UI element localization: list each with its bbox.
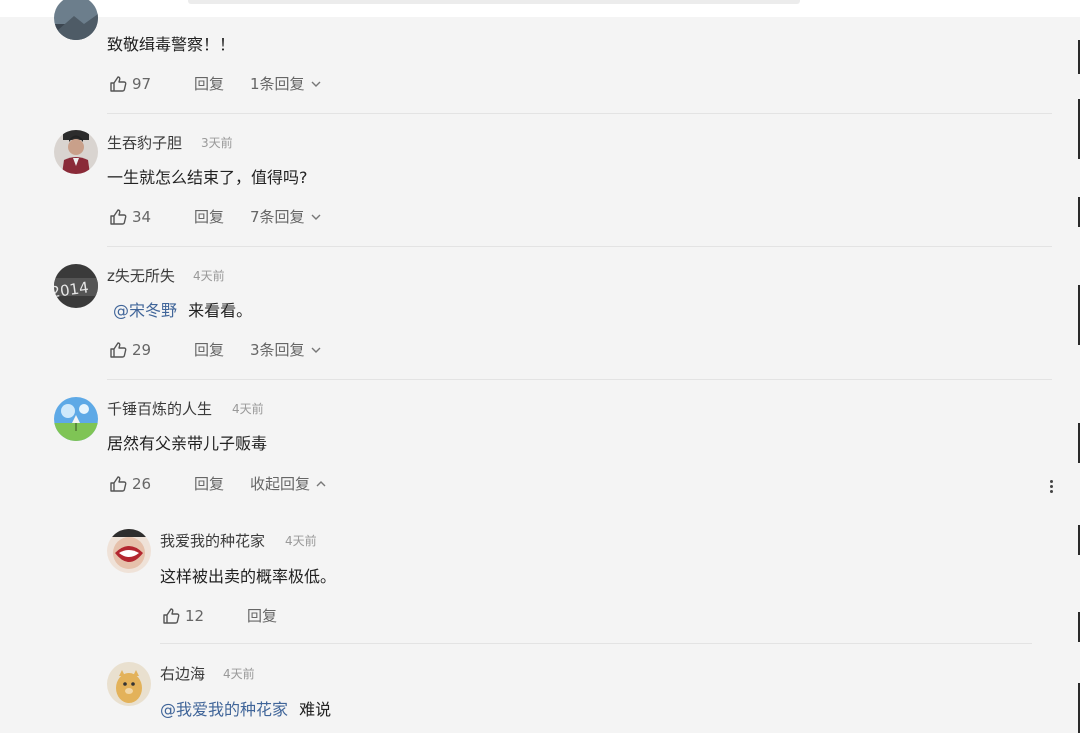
chevron-down-icon	[311, 81, 321, 87]
top-bar	[0, 0, 1080, 17]
reply-time: 4天前	[223, 667, 255, 681]
reply-time: 4天前	[285, 534, 317, 548]
avatar[interactable]	[54, 0, 98, 40]
collapse-replies-button[interactable]: 收起回复	[250, 474, 327, 494]
comment-divider	[107, 379, 1052, 380]
expand-replies-button[interactable]: 3条回复	[250, 340, 322, 360]
comment-username[interactable]: 生吞豹子胆	[107, 133, 182, 153]
comment-divider	[107, 246, 1052, 247]
like-button[interactable]: 34	[109, 207, 151, 227]
reply-button[interactable]: 回复	[194, 74, 224, 94]
avatar[interactable]	[54, 397, 98, 441]
reply-text: @我爱我的种花家 难说	[160, 699, 331, 721]
like-button[interactable]: 12	[162, 606, 204, 626]
avatar[interactable]	[107, 529, 151, 573]
avatar[interactable]	[54, 130, 98, 174]
like-count: 29	[132, 341, 152, 359]
like-count: 34	[132, 208, 152, 226]
thumbs-up-icon	[110, 476, 127, 492]
mention-link[interactable]: @宋冬野	[113, 301, 177, 320]
comment-time: 4天前	[232, 402, 264, 416]
comment-text: 一生就怎么结束了，值得吗?	[107, 168, 308, 187]
more-vertical-icon[interactable]	[1046, 478, 1056, 496]
expand-replies-button[interactable]: 7条回复	[250, 207, 322, 227]
comment-text: 居然有父亲带儿子贩毒	[107, 434, 268, 453]
collapse-replies-label: 收起回复	[250, 475, 311, 493]
comment-divider	[107, 113, 1052, 114]
comment-time: 3天前	[201, 136, 233, 150]
mention-link[interactable]: @我爱我的种花家	[160, 700, 288, 719]
chevron-up-icon	[316, 481, 326, 487]
chevron-down-icon	[311, 347, 321, 353]
top-search-field[interactable]	[188, 0, 800, 4]
reply-text-body: 难说	[299, 700, 332, 719]
like-count: 97	[132, 75, 152, 93]
like-count: 26	[132, 475, 152, 493]
comment-text-body: 来看看。	[188, 301, 253, 320]
comment-username[interactable]: 千锤百炼的人生	[107, 399, 212, 419]
reply-button[interactable]: 回复	[194, 474, 224, 494]
thumbs-up-icon	[110, 342, 127, 358]
reply-button[interactable]: 回复	[194, 207, 224, 227]
reply-text: 这样被出卖的概率极低。	[160, 567, 337, 586]
thumbs-up-icon	[110, 76, 127, 92]
thumbs-up-icon	[163, 608, 180, 624]
expand-replies-label: 1条回复	[250, 75, 305, 93]
comment-text: @宋冬野 来看看。	[113, 300, 252, 322]
expand-replies-label: 3条回复	[250, 341, 305, 359]
avatar[interactable]: 2014	[54, 264, 98, 308]
reply-button[interactable]: 回复	[194, 340, 224, 360]
like-button[interactable]: 26	[109, 474, 151, 494]
like-button[interactable]: 97	[109, 74, 151, 94]
like-button[interactable]: 29	[109, 340, 151, 360]
reply-username[interactable]: 我爱我的种花家	[160, 531, 265, 551]
reply-divider	[160, 643, 1032, 644]
expand-replies-label: 7条回复	[250, 208, 305, 226]
expand-replies-button[interactable]: 1条回复	[250, 74, 322, 94]
thumbs-up-icon	[110, 209, 127, 225]
comment-text: 致敬缉毒警察！！	[107, 35, 236, 54]
right-edge-strip	[1076, 17, 1080, 733]
avatar[interactable]	[107, 662, 151, 706]
reply-button[interactable]: 回复	[247, 606, 277, 626]
comment-time: 4天前	[193, 269, 225, 283]
reply-username[interactable]: 右边海	[160, 664, 205, 684]
like-count: 12	[185, 607, 205, 625]
comment-username[interactable]: z失无所失	[107, 266, 175, 286]
chevron-down-icon	[311, 214, 321, 220]
